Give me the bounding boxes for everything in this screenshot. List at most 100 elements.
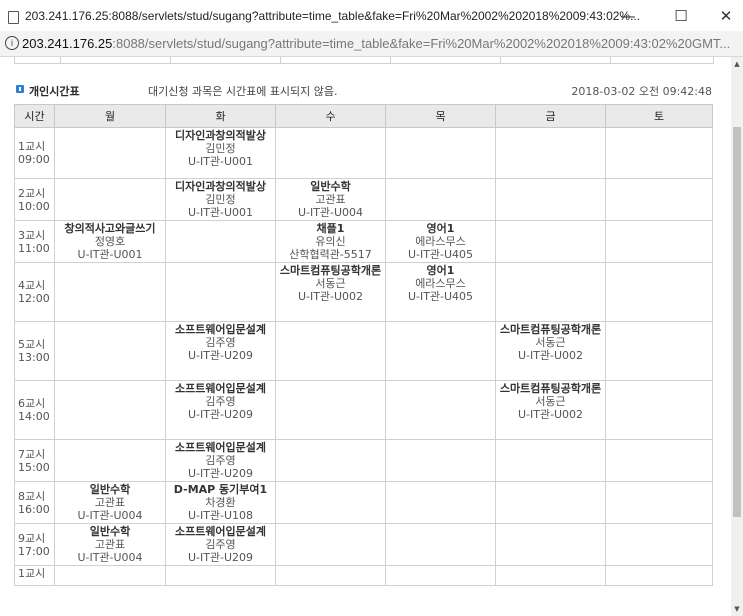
scrollbar-thumb[interactable] [733, 127, 741, 517]
empty-cell [605, 220, 713, 263]
empty-cell [275, 321, 386, 381]
table-row: 3교시 11:00 창의적사고와글쓰기 정영호 U-IT관-U001 채플1 유의신 산학협력… [14, 220, 713, 263]
empty-cell [495, 262, 606, 322]
period-cell: 5교시 13:00 [14, 321, 55, 381]
empty-cell [385, 321, 496, 381]
period-cell: 2교시 10:00 [14, 178, 55, 221]
course-cell: 소프트웨어입문설계 김주영 U-IT관-U209 [165, 439, 276, 482]
course-prof: 김민정 [205, 142, 236, 155]
header-time: 시간 [14, 104, 55, 128]
course-cell: 소프트웨어입문설계 김주영 U-IT관-U209 [165, 380, 276, 440]
course-cell: 영어1 에라스무스 U-IT관-U405 [385, 220, 496, 263]
period-label: 7교시 [18, 447, 46, 461]
maximize-button[interactable]: ☐ [664, 5, 698, 27]
course-cell: 소프트웨어입문설계 김주영 U-IT관-U209 [165, 321, 276, 381]
course-name: 채플1 [316, 222, 345, 235]
course-cell: 채플1 유의신 산학협력관-5517 [275, 220, 386, 263]
table-row: 6교시 14:00 소프트웨어입문설계 김주영 U-IT관-U209 스마트컴퓨팅공학개론… [14, 380, 713, 440]
period-label: 3교시 [18, 228, 46, 242]
table-row: 2교시 10:00 디자인과창의적발상 김민정 U-IT관-U001 일반수학 고관표 U-I… [14, 178, 713, 221]
empty-cell [495, 439, 606, 482]
course-room: U-IT관-U004 [77, 509, 143, 522]
course-prof: 김주영 [205, 395, 236, 408]
course-prof: 김민정 [205, 193, 236, 206]
course-prof: 서동근 [535, 395, 566, 408]
window-title-bar: 203.241.176.25:8088/servlets/stud/sugang… [0, 0, 743, 32]
course-room: U-IT관-U209 [187, 349, 254, 362]
course-room: U-IT관-U405 [407, 248, 474, 261]
section-note: 대기신청 과목은 시간표에 표시되지 않음. [148, 85, 338, 98]
period-time: 11:00 [18, 241, 50, 255]
vertical-scrollbar[interactable]: ▲ ▼ [731, 57, 743, 616]
course-prof: 고관표 [315, 193, 346, 206]
course-prof: 에라스무스 [415, 277, 466, 290]
section-timestamp: 2018-03-02 오전 09:42:48 [571, 85, 712, 98]
course-prof: 차경환 [205, 496, 236, 509]
empty-cell [495, 127, 606, 179]
empty-cell [275, 127, 386, 179]
minimize-button[interactable]: — [611, 5, 645, 27]
course-room: U-IT관-U209 [187, 551, 254, 564]
empty-cell [385, 127, 496, 179]
course-room: U-IT관-U001 [187, 155, 254, 168]
empty-cell [54, 321, 166, 381]
scroll-down-arrow-icon[interactable]: ▼ [731, 602, 743, 616]
empty-cell [605, 262, 713, 322]
course-name: 스마트컴퓨팅공학개론 [499, 323, 602, 336]
table-row: 9교시 17:00 일반수학 고관표 U-IT관-U004 소프트웨어입문설계 김주영 U-I… [14, 523, 713, 566]
period-cell: 9교시 17:00 [14, 523, 55, 566]
course-name: 영어1 [426, 222, 455, 235]
course-name: 스마트컴퓨팅공학개론 [279, 264, 382, 277]
empty-cell [275, 481, 386, 524]
course-room: U-IT관-U004 [297, 206, 364, 219]
previous-table-edge [14, 57, 714, 64]
course-cell: 창의적사고와글쓰기 정영호 U-IT관-U001 [54, 220, 166, 263]
empty-cell [165, 262, 276, 322]
course-prof: 김주영 [205, 454, 236, 467]
empty-cell [385, 523, 496, 566]
period-label: 1교시 [18, 140, 46, 153]
course-name: 영어1 [426, 264, 455, 277]
url-host: 203.241.176.25 [22, 36, 113, 51]
page-content: 개인시간표 대기신청 과목은 시간표에 표시되지 않음. 2018-03-02 … [0, 57, 731, 616]
page-icon [8, 11, 19, 24]
empty-cell [275, 565, 386, 586]
address-bar[interactable]: i 203.241.176.25:8088/servlets/stud/suga… [0, 31, 743, 57]
table-row: 7교시 15:00 소프트웨어입문설계 김주영 U-IT관-U209 [14, 439, 713, 482]
course-prof: 유의신 [315, 235, 346, 248]
window-title: 203.241.176.25:8088/servlets/stud/sugang… [25, 9, 641, 23]
empty-cell [275, 439, 386, 482]
course-room: U-IT관-U004 [77, 551, 143, 564]
course-name: 디자인과창의적발상 [174, 180, 267, 193]
empty-cell [385, 380, 496, 440]
period-label: 6교시 [18, 397, 46, 410]
timetable-body: 1교시 09:00 디자인과창의적발상 김민정 U-IT관-U001 2교시 10:00 디자… [14, 127, 713, 586]
course-prof: 김주영 [205, 336, 236, 349]
url-text[interactable]: 203.241.176.25:8088/servlets/stud/sugang… [22, 36, 730, 51]
empty-cell [385, 481, 496, 524]
scroll-up-arrow-icon[interactable]: ▲ [731, 57, 743, 71]
period-time: 17:00 [18, 544, 50, 558]
info-icon[interactable]: i [5, 36, 19, 50]
course-name: 소프트웨어입문설계 [174, 323, 267, 336]
course-room: U-IT관-U001 [187, 206, 254, 219]
empty-cell [605, 178, 713, 221]
period-time: 12:00 [18, 292, 50, 305]
course-cell: 일반수학 고관표 U-IT관-U004 [54, 481, 166, 524]
course-cell: 일반수학 고관표 U-IT관-U004 [54, 523, 166, 566]
period-cell: 1교시 [14, 565, 55, 586]
course-cell: 일반수학 고관표 U-IT관-U004 [275, 178, 386, 221]
empty-cell [605, 127, 713, 179]
course-room: U-IT관-U405 [407, 290, 474, 303]
close-button[interactable]: ✕ [709, 5, 743, 27]
course-cell: 영어1 에라스무스 U-IT관-U405 [385, 262, 496, 322]
period-cell: 6교시 14:00 [14, 380, 55, 440]
empty-cell [605, 565, 713, 586]
period-label: 9교시 [18, 531, 46, 545]
course-name: 디자인과창의적발상 [174, 129, 267, 142]
timetable-header-row: 시간 월 화 수 목 금 토 [14, 104, 713, 128]
period-label: 2교시 [18, 186, 46, 200]
period-label: 5교시 [18, 338, 46, 351]
course-room: U-IT관-U002 [297, 290, 364, 303]
empty-cell [54, 565, 166, 586]
